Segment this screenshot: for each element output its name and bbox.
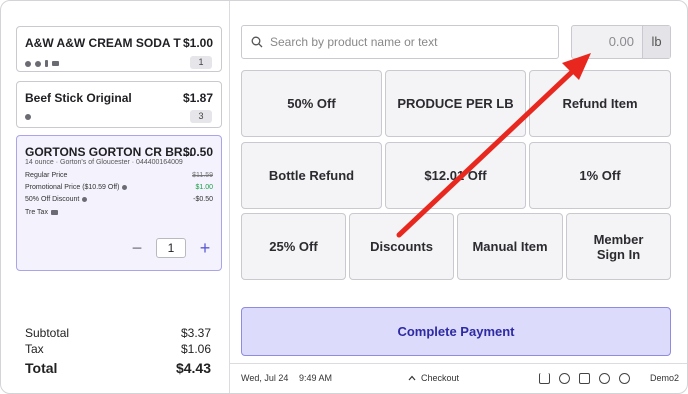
price-line-regular: Regular Price $11.59 — [25, 172, 213, 179]
complete-payment-button[interactable]: Complete Payment — [241, 307, 671, 356]
receipt-icon[interactable] — [579, 373, 590, 384]
cart-item-name: A&W A&W CREAM SODA T — [25, 36, 181, 50]
subtotal-value: $3.37 — [180, 326, 211, 340]
status-icons — [539, 373, 630, 384]
total-label: Total — [25, 360, 58, 376]
user-name[interactable]: Demo2 — [650, 373, 679, 383]
decrement-button[interactable]: − — [130, 239, 144, 257]
tax-value: $1.06 — [180, 342, 211, 356]
tile-25-off[interactable]: 25% Off — [241, 213, 346, 280]
cart-icon[interactable] — [539, 373, 550, 384]
tile-1-off[interactable]: 1% Off — [529, 142, 671, 209]
tile-refund-item[interactable]: Refund Item — [529, 70, 671, 137]
price-line-promo: Promotional Price ($10.59 Off) $1.00 — [25, 184, 213, 191]
price-line-label: Tre Tax — [25, 209, 48, 216]
cart-panel: A&W A&W CREAM SODA T $1.00 1 Beef Stick … — [1, 1, 230, 393]
total-row: Total $4.43 — [25, 360, 211, 376]
dollar-icon[interactable] — [559, 373, 570, 384]
tag-icon — [122, 185, 128, 190]
search-icon — [251, 36, 263, 48]
tag-icon — [25, 60, 31, 67]
price-line-label: Regular Price — [25, 172, 68, 179]
weight-field[interactable]: 0.00 lb — [571, 25, 671, 59]
cart-item-1[interactable]: Beef Stick Original $1.87 3 — [16, 81, 222, 128]
pos-window: A&W A&W CREAM SODA T $1.00 1 Beef Stick … — [0, 0, 688, 394]
cart-item-price: $1.87 — [182, 91, 213, 105]
cart-item-0[interactable]: A&W A&W CREAM SODA T $1.00 1 — [16, 26, 222, 72]
tax-icon — [52, 61, 59, 66]
increment-button[interactable]: + — [198, 239, 212, 257]
tax-row: Tax $1.06 — [25, 342, 211, 356]
cart-item-details: 14 ounce · Gorton's of Gloucester · 0444… — [25, 159, 183, 166]
search-input[interactable] — [270, 35, 550, 49]
checkout-label: Checkout — [421, 373, 460, 383]
user-icon[interactable] — [619, 373, 630, 384]
status-bar: Wed, Jul 24 9:49 AM Checkout Demo2 — [230, 363, 687, 393]
badge-icon — [82, 197, 88, 202]
tax-icon — [50, 210, 58, 215]
price-line-value: $1.00 — [195, 184, 213, 191]
gear-icon[interactable] — [599, 373, 610, 384]
total-value: $4.43 — [175, 360, 211, 376]
price-line-discount: 50% Off Discount -$0.50 — [25, 196, 213, 203]
qty-badge: 3 — [190, 110, 212, 123]
tile-50-off[interactable]: 50% Off — [241, 70, 382, 137]
search-box[interactable] — [241, 25, 559, 59]
chevron-up-icon — [408, 375, 416, 381]
qty-badge: 1 — [190, 56, 212, 69]
subtotal-label: Subtotal — [25, 326, 70, 340]
tile-label-line2: Sign In — [596, 246, 641, 262]
weight-unit: lb — [642, 26, 670, 58]
status-date: Wed, Jul 24 — [241, 373, 289, 383]
tax-label: Tax — [25, 342, 44, 356]
badge-icon — [35, 60, 41, 67]
price-line-label: 50% Off Discount — [25, 196, 80, 203]
tile-produce-per-lb[interactable]: PRODUCE PER LB — [385, 70, 526, 137]
quantity-stepper: − 1 + — [130, 238, 212, 258]
tile-manual-item[interactable]: Manual Item — [457, 213, 563, 280]
checkout-toggle[interactable]: Checkout — [408, 373, 459, 383]
status-time: 9:49 AM — [299, 373, 333, 383]
price-line-value: $11.59 — [192, 172, 213, 179]
price-line-tax: Tre Tax — [25, 209, 213, 216]
bottle-icon — [45, 60, 48, 67]
subtotal-row: Subtotal $3.37 — [25, 326, 211, 340]
price-line-label: Promotional Price ($10.59 Off) — [25, 184, 120, 191]
weight-value[interactable]: 0.00 — [572, 26, 642, 58]
tile-bottle-refund[interactable]: Bottle Refund — [241, 142, 382, 209]
tile-member-sign-in[interactable]: Member Sign In — [566, 213, 671, 280]
tile-label-line1: Member — [593, 231, 644, 247]
cart-item-price: $1.00 — [182, 36, 213, 50]
item-tags — [25, 60, 59, 67]
price-line-value: -$0.50 — [193, 196, 213, 203]
cart-item-name: Beef Stick Original — [25, 91, 132, 105]
item-tags — [25, 114, 31, 120]
tile-12-01-off[interactable]: $12.01 Off — [385, 142, 526, 209]
quantity-input[interactable]: 1 — [156, 238, 186, 258]
tile-discounts[interactable]: Discounts — [349, 213, 454, 280]
badge-icon — [25, 114, 31, 120]
cart-item-name: GORTONS GORTON CR BR... — [25, 145, 193, 159]
cart-item-price: $0.50 — [182, 145, 213, 159]
